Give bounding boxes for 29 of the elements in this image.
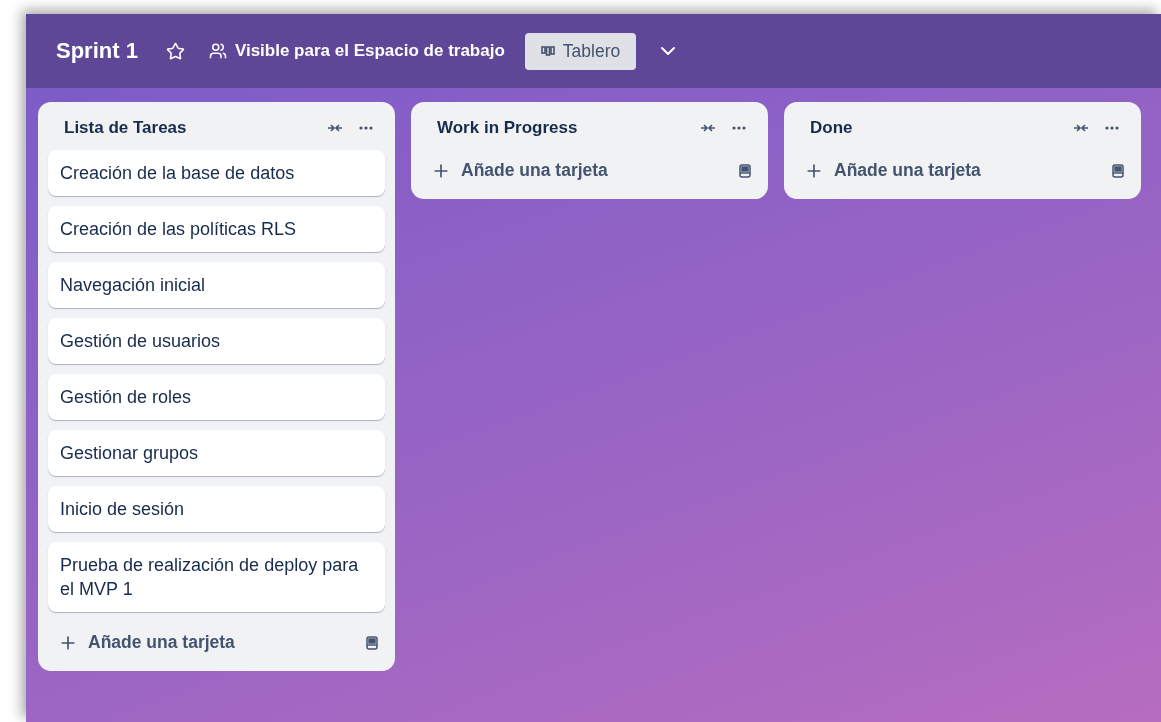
task-card[interactable]: Gestión de usuarios bbox=[48, 318, 385, 364]
view-button[interactable]: Tablero bbox=[524, 32, 637, 70]
more-icon bbox=[359, 126, 373, 130]
task-card[interactable]: Gestión de roles bbox=[48, 374, 385, 420]
collapse-icon bbox=[327, 123, 343, 133]
collapse-icon bbox=[700, 123, 716, 133]
list-title[interactable]: Work in Progress bbox=[437, 118, 692, 138]
list-title[interactable]: Done bbox=[810, 118, 1065, 138]
collapse-icon bbox=[1073, 123, 1089, 133]
task-card[interactable]: Navegación inicial bbox=[48, 262, 385, 308]
people-icon bbox=[208, 42, 227, 60]
list-title[interactable]: Lista de Tareas bbox=[64, 118, 319, 138]
more-icon bbox=[732, 126, 746, 130]
task-card[interactable]: Gestionar grupos bbox=[48, 430, 385, 476]
add-card-button[interactable]: Añade una tarjeta bbox=[798, 156, 1111, 185]
add-card-button[interactable]: Añade una tarjeta bbox=[52, 628, 365, 657]
board-icon bbox=[540, 46, 555, 56]
visibility-button[interactable]: Visible para el Espacio de trabajo bbox=[204, 37, 509, 65]
board-title[interactable]: Sprint 1 bbox=[56, 38, 138, 64]
card-template-icon[interactable] bbox=[365, 635, 379, 650]
star-icon bbox=[165, 41, 185, 61]
task-card[interactable]: Creación de las políticas RLS bbox=[48, 206, 385, 252]
more-icon bbox=[1105, 126, 1119, 130]
add-card-button[interactable]: Añade una tarjeta bbox=[425, 156, 738, 185]
task-card[interactable]: Inicio de sesión bbox=[48, 486, 385, 532]
task-card[interactable]: Creación de la base de datos bbox=[48, 150, 385, 196]
card-template-icon[interactable] bbox=[1111, 163, 1125, 178]
card-template-icon[interactable] bbox=[738, 163, 752, 178]
task-card[interactable]: Prueba de realización de deploy para el MVP 1 bbox=[48, 542, 385, 612]
